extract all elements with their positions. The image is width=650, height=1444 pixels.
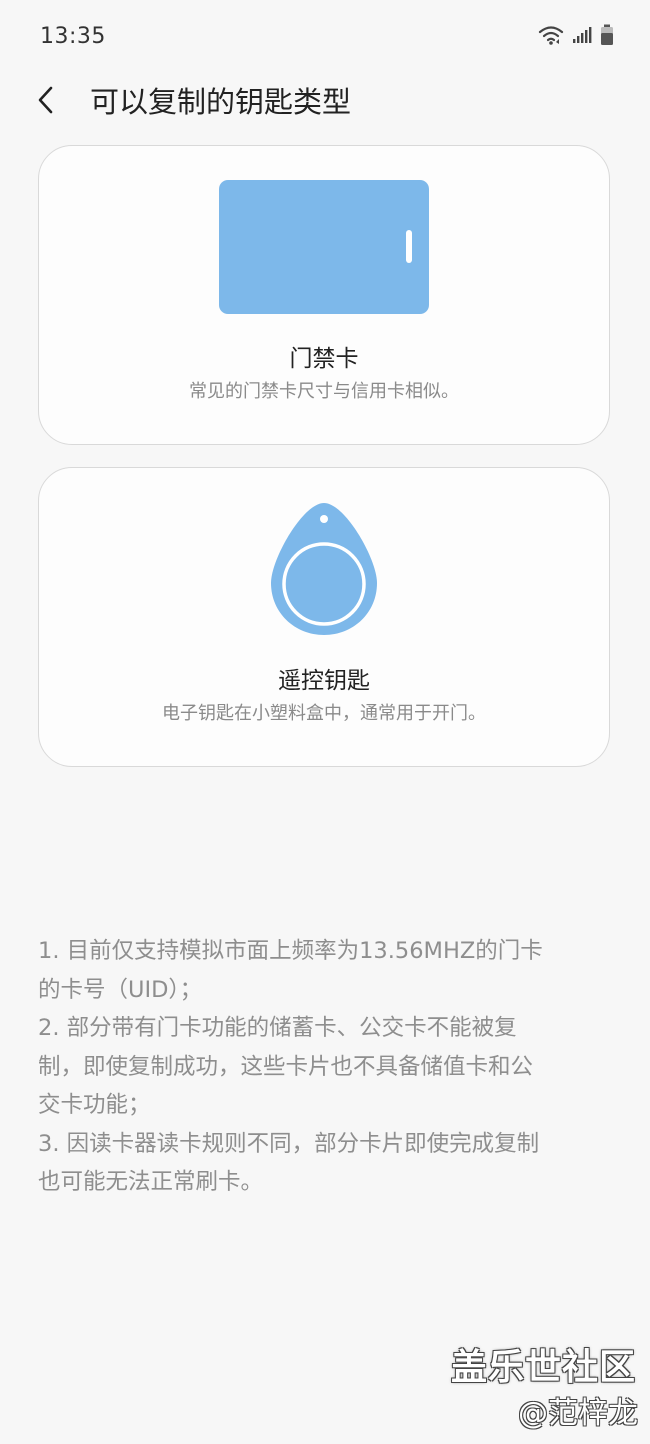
wifi-icon (538, 25, 564, 49)
watermark-community: 盖乐世社区 (450, 1347, 636, 1388)
page-title: 可以复制的钥匙类型 (90, 85, 352, 119)
signal-icon (572, 26, 592, 48)
battery-icon (600, 24, 614, 50)
note-line: 1. 目前仅支持模拟市面上频率为13.56MHZ的门卡 (38, 938, 543, 964)
chevron-left-icon (35, 85, 57, 119)
status-bar: 13:35 (0, 0, 650, 76)
access-card-icon (219, 180, 429, 314)
access-card-option[interactable]: 门禁卡 常见的门禁卡尺寸与信用卡相似。 (38, 145, 610, 445)
note-line: 也可能无法正常刷卡。 (38, 1169, 264, 1195)
header: 可以复制的钥匙类型 (0, 76, 650, 132)
note-line: 2. 部分带有门卡功能的储蓄卡、公交卡不能被复 (38, 1015, 517, 1041)
note-line: 制，即使复制成功，这些卡片也不具备储值卡和公 (38, 1053, 534, 1080)
status-time: 13:35 (40, 24, 106, 49)
card-description: 电子钥匙在小塑料盒中，通常用于开门。 (162, 703, 486, 724)
watermark-author: @范梓龙 (518, 1396, 638, 1431)
note-line: 3. 因读卡器读卡规则不同，部分卡片即使完成复制 (38, 1130, 540, 1157)
note-line: 交卡功能； (38, 1092, 151, 1118)
status-icons (538, 24, 614, 50)
card-title: 遥控钥匙 (278, 668, 370, 694)
key-fob-option[interactable]: 遥控钥匙 电子钥匙在小塑料盒中，通常用于开门。 (38, 467, 610, 767)
key-fob-icon (271, 503, 377, 635)
card-title: 门禁卡 (289, 346, 359, 372)
notes-list: 1. 目前仅支持模拟市面上频率为13.56MHZ的门卡 的卡号（UID）； 2.… (38, 932, 613, 1202)
card-description: 常见的门禁卡尺寸与信用卡相似。 (189, 381, 459, 402)
note-line: 的卡号（UID）； (38, 976, 203, 1003)
back-button[interactable] (26, 82, 66, 122)
